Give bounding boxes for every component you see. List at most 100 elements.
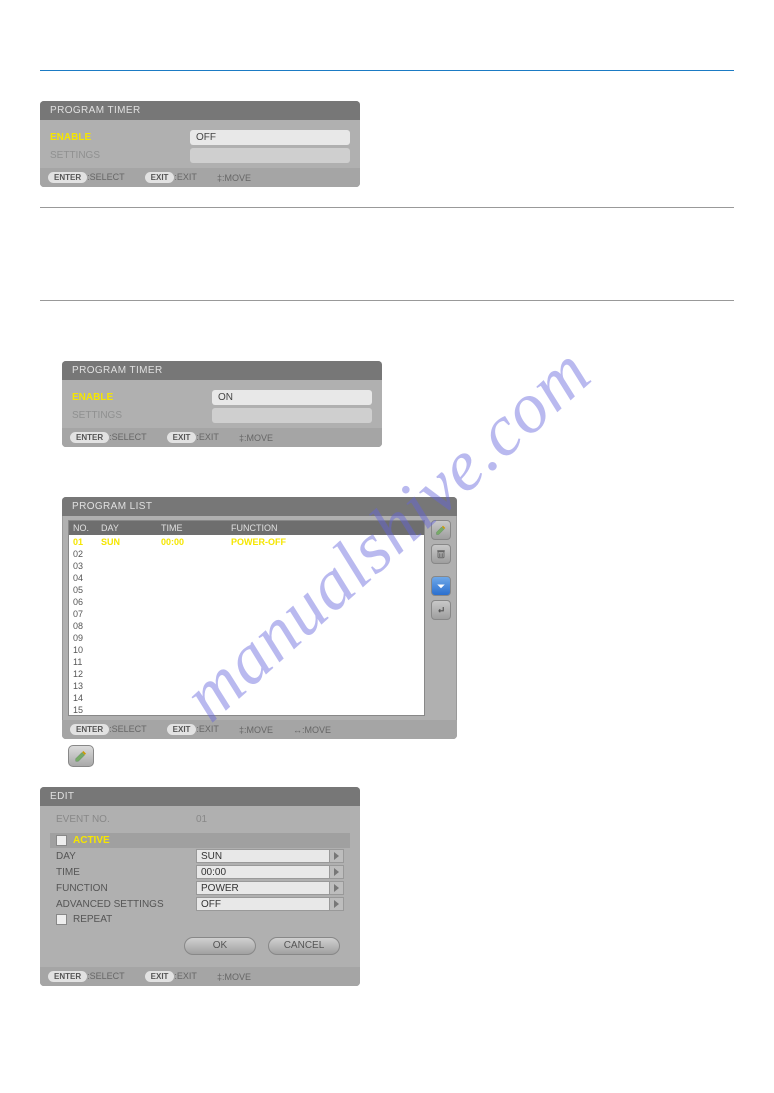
day-value: SUN — [196, 849, 330, 863]
repeat-checkbox[interactable] — [56, 914, 67, 925]
table-row[interactable]: 10 — [69, 643, 424, 655]
move-text: ‡:MOVE — [239, 725, 273, 735]
settings-label: SETTINGS — [72, 410, 212, 421]
table-row[interactable]: 04 — [69, 571, 424, 583]
enter-pill: ENTER — [70, 432, 109, 443]
col-no: NO. — [69, 523, 97, 533]
enable-row[interactable]: ENABLE OFF — [50, 128, 350, 146]
function-value: POWER — [196, 881, 330, 895]
active-checkbox[interactable] — [56, 835, 67, 846]
program-list-panel: PROGRAM LIST NO. DAY TIME FUNCTION 01SUN… — [62, 497, 457, 739]
table-row[interactable]: 02 — [69, 547, 424, 559]
panel-footer: ENTER:SELECT EXIT:EXIT ‡:MOVE — [40, 168, 360, 187]
select-text: :SELECT — [87, 971, 125, 981]
select-text: :SELECT — [109, 724, 147, 734]
event-no-row: EVENT NO. 01 — [50, 812, 350, 833]
exit-pill: EXIT — [167, 724, 197, 735]
event-no-value: 01 — [196, 814, 207, 825]
panel-title: PROGRAM TIMER — [62, 361, 382, 380]
enable-row[interactable]: ENABLE ON — [72, 388, 372, 406]
col-day: DAY — [97, 523, 157, 533]
table-row[interactable]: 08 — [69, 619, 424, 631]
program-list-body: NO. DAY TIME FUNCTION 01SUN00:00POWER-OF… — [62, 516, 457, 720]
edit-panel: EDIT EVENT NO. 01 ACTIVE DAY SUN TIME 00… — [40, 787, 360, 986]
cancel-button[interactable]: CANCEL — [268, 937, 340, 955]
divider-top — [40, 70, 734, 71]
exit-text: :EXIT — [174, 172, 197, 182]
enable-value: ON — [212, 390, 372, 405]
table-row[interactable]: 12 — [69, 667, 424, 679]
table-row[interactable]: 06 — [69, 595, 424, 607]
table-row[interactable]: 05 — [69, 583, 424, 595]
side-buttons — [431, 520, 451, 716]
settings-row[interactable]: SETTINGS — [50, 146, 350, 164]
panel-body: ENABLE OFF SETTINGS — [40, 120, 360, 168]
settings-value — [190, 148, 350, 163]
active-row[interactable]: ACTIVE — [50, 833, 350, 848]
enable-label: ENABLE — [50, 132, 190, 143]
col-time: TIME — [157, 523, 227, 533]
table-row[interactable]: 15 — [69, 703, 424, 715]
table-row[interactable]: 07 — [69, 607, 424, 619]
time-row[interactable]: TIME 00:00 — [50, 864, 350, 880]
panel-body: ENABLE ON SETTINGS — [62, 380, 382, 428]
table-row[interactable]: 14 — [69, 691, 424, 703]
table-row[interactable]: 03 — [69, 559, 424, 571]
select-text: :SELECT — [109, 432, 147, 442]
edit-icon-standalone[interactable] — [68, 745, 94, 767]
enter-pill: ENTER — [48, 971, 87, 982]
advanced-row[interactable]: ADVANCED SETTINGS OFF — [50, 896, 350, 912]
panel-title: EDIT — [40, 787, 360, 806]
panel-footer: ENTER:SELECT EXIT:EXIT ‡:MOVE ↔:MOVE — [62, 720, 457, 739]
move-text: ‡:MOVE — [217, 173, 251, 183]
chevron-right-icon[interactable] — [330, 865, 344, 879]
settings-value — [212, 408, 372, 423]
program-timer-panel-on: PROGRAM TIMER ENABLE ON SETTINGS ENTER:S… — [62, 361, 382, 447]
exit-pill: EXIT — [145, 172, 175, 183]
day-label: DAY — [56, 851, 196, 862]
select-text: :SELECT — [87, 172, 125, 182]
chevron-right-icon[interactable] — [330, 897, 344, 911]
day-row[interactable]: DAY SUN — [50, 848, 350, 864]
function-row[interactable]: FUNCTION POWER — [50, 880, 350, 896]
exit-text: :EXIT — [196, 432, 219, 442]
divider-mid2 — [40, 300, 734, 301]
enable-label: ENABLE — [72, 392, 212, 403]
delete-icon-button[interactable] — [431, 544, 451, 564]
panel-title: PROGRAM TIMER — [40, 101, 360, 120]
time-label: TIME — [56, 867, 196, 878]
settings-row[interactable]: SETTINGS — [72, 406, 372, 424]
move2-text: ↔:MOVE — [293, 725, 331, 735]
table-header: NO. DAY TIME FUNCTION — [69, 521, 424, 535]
panel-footer: ENTER:SELECT EXIT:EXIT ‡:MOVE — [62, 428, 382, 447]
advanced-label: ADVANCED SETTINGS — [56, 899, 196, 910]
chevron-right-icon[interactable] — [330, 881, 344, 895]
panel-footer: ENTER:SELECT EXIT:EXIT ‡:MOVE — [40, 967, 360, 986]
exit-text: :EXIT — [174, 971, 197, 981]
move-text: ‡:MOVE — [217, 972, 251, 982]
program-table: NO. DAY TIME FUNCTION 01SUN00:00POWER-OF… — [68, 520, 425, 716]
advanced-value: OFF — [196, 897, 330, 911]
exit-text: :EXIT — [196, 724, 219, 734]
repeat-row[interactable]: REPEAT — [50, 912, 350, 927]
table-row[interactable]: 11 — [69, 655, 424, 667]
down-arrow-button[interactable] — [431, 576, 451, 596]
edit-icon-button[interactable] — [431, 520, 451, 540]
ok-button[interactable]: OK — [184, 937, 256, 955]
move-text: ‡:MOVE — [239, 433, 273, 443]
button-row: OK CANCEL — [50, 927, 350, 961]
enable-value: OFF — [190, 130, 350, 145]
function-label: FUNCTION — [56, 883, 196, 894]
edit-body: EVENT NO. 01 ACTIVE DAY SUN TIME 00:00 F… — [40, 806, 360, 967]
enter-pill: ENTER — [48, 172, 87, 183]
return-icon-button[interactable] — [431, 600, 451, 620]
time-value: 00:00 — [196, 865, 330, 879]
program-timer-panel-off: PROGRAM TIMER ENABLE OFF SETTINGS ENTER:… — [40, 101, 360, 187]
table-row[interactable]: 01SUN00:00POWER-OFF — [69, 535, 424, 547]
exit-pill: EXIT — [145, 971, 175, 982]
exit-pill: EXIT — [167, 432, 197, 443]
chevron-right-icon[interactable] — [330, 849, 344, 863]
settings-label: SETTINGS — [50, 150, 190, 161]
table-row[interactable]: 13 — [69, 679, 424, 691]
table-row[interactable]: 09 — [69, 631, 424, 643]
